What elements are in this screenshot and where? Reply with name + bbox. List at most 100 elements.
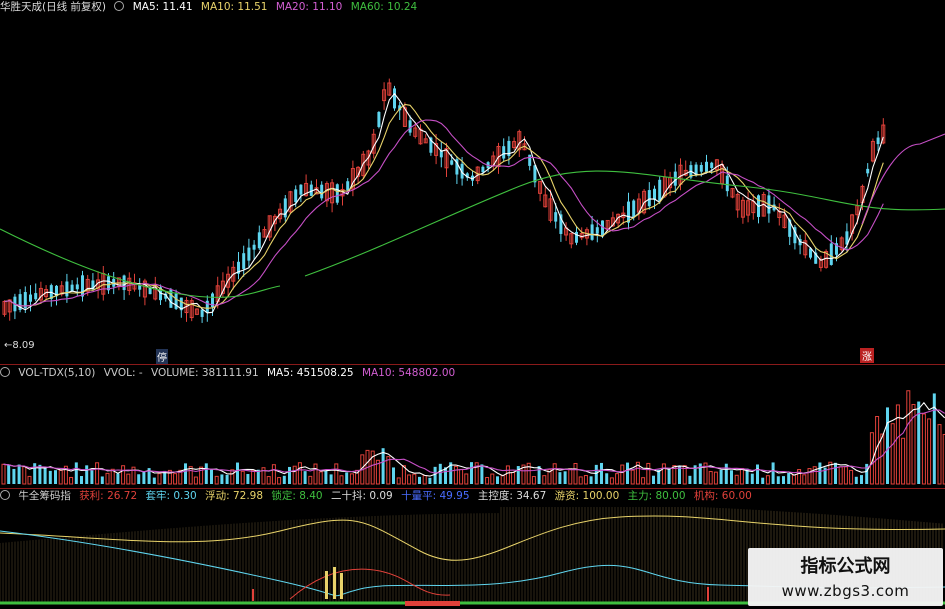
volume-bar: [573, 462, 578, 485]
volume-bar: [251, 469, 256, 485]
ma10-readout: MA10: 11.51: [200, 1, 268, 13]
stock-title[interactable]: 华胜天成(日线 前复权): [0, 1, 106, 13]
suspension-badge: 停: [156, 349, 168, 364]
ma60-readout: MA60: 10.24: [350, 1, 418, 13]
volume-bar: [890, 423, 895, 485]
volume-bar: [688, 475, 692, 484]
volume-bar: [85, 465, 89, 484]
settings-icon[interactable]: [114, 1, 125, 11]
volume-bar: [771, 462, 775, 484]
volume-bar: [173, 473, 178, 485]
volume-bar: [381, 448, 385, 484]
candle-body: [710, 162, 714, 169]
site-watermark: 指标公式网 www.zbgs3.com: [748, 548, 943, 606]
candle-body: [653, 188, 656, 200]
volume-bar: [880, 433, 885, 485]
inst-readout: 机构: 60.00: [693, 490, 752, 502]
vol-ma5-readout: MA5: 451508.25: [267, 367, 354, 379]
candle-body: [257, 232, 261, 249]
volume-bar: [407, 474, 412, 485]
volume-bar: [230, 469, 235, 485]
volume-bar: [152, 477, 156, 484]
volume-bar: [531, 476, 536, 485]
volume-bar: [708, 471, 713, 485]
settings-icon[interactable]: [0, 367, 10, 377]
volume-chart-pane[interactable]: [0, 380, 945, 488]
volume-bar: [750, 473, 754, 484]
volume-bar: [802, 474, 807, 485]
volume-bar: [246, 474, 250, 484]
volume-bar: [485, 477, 490, 485]
volume-bar: [17, 464, 21, 484]
candle-body: [590, 224, 594, 240]
signal-bar: [252, 589, 254, 601]
volume-bar: [126, 473, 131, 485]
volume-bar: [563, 471, 567, 484]
volume-bar: [438, 463, 442, 484]
pane-separator[interactable]: [0, 364, 945, 365]
volume-bar: [33, 463, 37, 484]
volume-chart[interactable]: [0, 380, 945, 488]
volume-bar: [43, 468, 47, 484]
volume-bar: [667, 467, 671, 484]
volume-bar: [927, 418, 932, 485]
volume-bar: [7, 465, 11, 484]
candle-body: [632, 200, 636, 218]
volume-bar: [558, 472, 562, 484]
candle-body: [294, 189, 298, 203]
vol-ma10-line: [3, 409, 945, 474]
volume-bar: [594, 464, 598, 484]
volume-bar: [843, 466, 848, 485]
candle-body: [174, 293, 178, 309]
volume-bar: [834, 462, 837, 484]
volume-bar: [313, 463, 318, 485]
candle-body: [450, 160, 454, 165]
vvol-readout: VVOL: -: [103, 367, 143, 379]
candle-body: [705, 161, 708, 172]
settings-icon[interactable]: [0, 490, 10, 500]
volume-bar: [157, 473, 162, 485]
profit-readout: 获利: 26.72: [79, 490, 138, 502]
volume-bar: [80, 476, 83, 484]
watermark-title: 指标公式网: [800, 556, 891, 577]
volume-bar: [210, 469, 213, 484]
volume-bar: [615, 473, 620, 485]
volume-bar: [303, 471, 307, 484]
volume-bar: [22, 466, 27, 485]
inst-segment: [405, 601, 460, 606]
volume-bar: [860, 475, 863, 484]
vol-indicator-name[interactable]: VOL-TDX(5,10): [18, 367, 95, 379]
volume-bar: [204, 463, 208, 484]
candlestick-chart[interactable]: [0, 14, 945, 364]
volume-bar: [734, 474, 739, 485]
volume-bar: [184, 463, 187, 484]
volume-bar: [516, 466, 520, 484]
candle-body: [65, 281, 69, 297]
volume-bar: [641, 477, 646, 485]
volume-bar: [90, 470, 94, 484]
candle-body: [335, 184, 339, 203]
low-price-label: ←8.09: [4, 340, 35, 351]
volume-bar: [220, 474, 224, 484]
twenty-readout: 二十抖: 0.09: [330, 490, 393, 502]
candle-body: [595, 227, 599, 234]
candle-body: [829, 243, 833, 265]
candle-body: [320, 184, 324, 199]
candle-body: [34, 293, 38, 300]
volume-bar: [433, 466, 437, 484]
volume-bar: [271, 464, 276, 485]
volume-bar: [490, 473, 495, 485]
volume-bar: [765, 475, 770, 485]
price-chart-pane[interactable]: ←8.09 停 涨: [0, 14, 945, 364]
chip-indicator-name[interactable]: 牛全筹码指: [18, 490, 71, 502]
volume-bar: [464, 473, 469, 485]
volume-bar: [739, 467, 744, 485]
volume-bar: [895, 404, 900, 485]
candle-body: [393, 88, 396, 109]
volume-bar: [453, 465, 458, 485]
candle-body: [866, 168, 870, 174]
candle-body: [346, 181, 350, 191]
candle-body: [554, 212, 558, 222]
watermark-url: www.zbgs3.com: [781, 582, 910, 600]
limit-up-badge: 涨: [860, 348, 874, 363]
